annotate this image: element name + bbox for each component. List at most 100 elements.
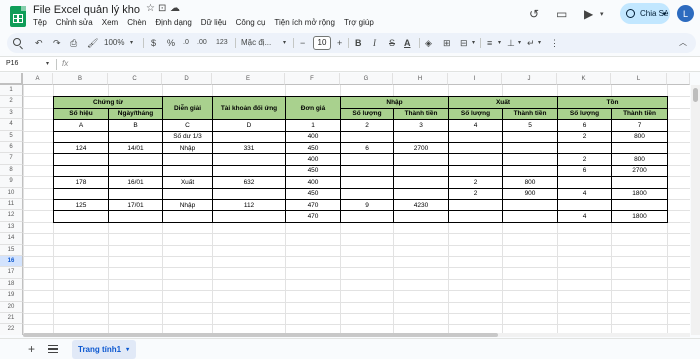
menu-help[interactable]: Trợ giúp bbox=[344, 18, 374, 27]
vertical-align-icon[interactable]: ⊥ bbox=[507, 36, 515, 50]
menu-view[interactable]: Xem bbox=[102, 18, 118, 27]
sheet-tab-dropdown-icon[interactable]: ▾ bbox=[126, 346, 129, 353]
column-header-f[interactable]: F bbox=[285, 73, 340, 85]
row-header-19[interactable]: 19 bbox=[0, 290, 23, 302]
bold-button[interactable]: B bbox=[355, 36, 362, 50]
row-header-2[interactable]: 2 bbox=[0, 96, 23, 108]
row-header-1[interactable]: 1 bbox=[0, 85, 23, 97]
table-cell[interactable] bbox=[393, 210, 449, 223]
row-header-12[interactable]: 12 bbox=[0, 210, 23, 222]
menu-data[interactable]: Dữ liệu bbox=[201, 18, 227, 27]
font-size-input[interactable]: 10 bbox=[313, 36, 331, 50]
table-cell[interactable] bbox=[448, 210, 503, 223]
column-header-g[interactable]: G bbox=[340, 73, 393, 85]
all-sheets-icon[interactable] bbox=[48, 345, 58, 353]
row-header-18[interactable]: 18 bbox=[0, 278, 23, 291]
column-header-k[interactable]: K bbox=[557, 73, 611, 85]
share-dropdown-icon[interactable]: ▾ bbox=[659, 3, 670, 24]
row-header-3[interactable]: 3 bbox=[0, 107, 23, 120]
header-tai-khoan[interactable]: Tài khoản đối ứng bbox=[212, 96, 286, 121]
row-header-9[interactable]: 9 bbox=[0, 176, 23, 188]
column-header-e[interactable]: E bbox=[212, 73, 285, 85]
row-header-15[interactable]: 15 bbox=[0, 244, 23, 256]
table-cell[interactable]: 4 bbox=[557, 210, 612, 223]
zoom-select[interactable]: 100% bbox=[104, 36, 124, 50]
column-header-j[interactable]: J bbox=[502, 73, 557, 85]
meet-dropdown-icon[interactable]: ▾ bbox=[600, 10, 604, 18]
sheet-tab-active[interactable]: Trang tính1 ▾ bbox=[72, 340, 136, 359]
horizontal-scrollbar[interactable] bbox=[23, 333, 690, 337]
valign-dropdown-icon[interactable]: ▾ bbox=[518, 36, 521, 50]
merge-cells-icon[interactable]: ⊟ bbox=[460, 36, 468, 50]
account-avatar[interactable]: L bbox=[677, 5, 694, 22]
row-header-6[interactable]: 6 bbox=[0, 142, 23, 154]
decrease-decimal-button[interactable]: .0 bbox=[183, 36, 189, 50]
font-dropdown-icon[interactable]: ▾ bbox=[283, 36, 286, 50]
menu-file[interactable]: Tệp bbox=[33, 18, 47, 27]
borders-icon[interactable]: ⊞ bbox=[443, 36, 451, 50]
comment-icon[interactable]: ▭ bbox=[556, 7, 567, 21]
table-cell[interactable]: 470 bbox=[285, 210, 341, 223]
name-box[interactable]: P16 bbox=[6, 60, 18, 67]
row-header-20[interactable]: 20 bbox=[0, 301, 23, 313]
column-header-c[interactable]: C bbox=[108, 73, 162, 85]
zoom-dropdown-icon[interactable]: ▾ bbox=[130, 36, 133, 50]
menu-edit[interactable]: Chỉnh sửa bbox=[56, 18, 93, 27]
spreadsheet-grid[interactable]: ABCDEFGHIJKL 1 2 3 4 5 6 7 8 9 10 11 12 13 14 15 16 17 18… bbox=[0, 73, 690, 335]
column-header-a[interactable]: A bbox=[23, 73, 53, 85]
currency-format-button[interactable]: $ bbox=[151, 36, 156, 50]
fill-color-icon[interactable]: ◈ bbox=[425, 36, 432, 50]
paint-format-icon[interactable]: 🖌 bbox=[87, 36, 98, 50]
undo-icon[interactable]: ↶ bbox=[35, 36, 43, 50]
header-don-gia[interactable]: Đơn giá bbox=[285, 96, 341, 121]
table-cell[interactable] bbox=[340, 210, 394, 223]
row-header-13[interactable]: 13 bbox=[0, 221, 23, 234]
menu-tools[interactable]: Công cụ bbox=[236, 18, 266, 27]
move-folder-icon[interactable]: ⊡ bbox=[158, 3, 166, 14]
row-header-7[interactable]: 7 bbox=[0, 153, 23, 165]
menu-insert[interactable]: Chèn bbox=[127, 18, 146, 27]
collapse-toolbar-icon[interactable]: ︿ bbox=[679, 36, 687, 50]
table-cell[interactable]: 1800 bbox=[611, 210, 668, 223]
vertical-scrollbar[interactable] bbox=[691, 85, 700, 335]
sheets-logo-icon[interactable] bbox=[10, 6, 26, 27]
row-header-17[interactable]: 17 bbox=[0, 267, 23, 279]
percent-format-button[interactable]: % bbox=[167, 36, 175, 50]
table-cell[interactable] bbox=[502, 210, 558, 223]
row-header-16[interactable]: 16 bbox=[0, 256, 23, 268]
search-menus-icon[interactable] bbox=[13, 38, 21, 46]
document-title[interactable]: File Excel quản lý kho bbox=[33, 4, 140, 16]
column-header-i[interactable]: I bbox=[448, 73, 502, 85]
select-all-corner[interactable] bbox=[0, 73, 23, 85]
meet-video-icon[interactable]: ▶ bbox=[584, 7, 593, 21]
table-cell[interactable] bbox=[108, 210, 163, 223]
star-icon[interactable]: ☆ bbox=[146, 3, 155, 14]
row-header-8[interactable]: 8 bbox=[0, 164, 23, 177]
italic-button[interactable]: I bbox=[373, 36, 376, 50]
name-box-dropdown-icon[interactable]: ▾ bbox=[46, 60, 49, 67]
formula-input[interactable] bbox=[76, 60, 676, 70]
print-icon[interactable]: ⎙ bbox=[70, 36, 77, 50]
add-sheet-icon[interactable]: + bbox=[28, 342, 35, 356]
cloud-status-icon[interactable]: ☁ bbox=[170, 3, 180, 14]
horizontal-align-icon[interactable]: ≡ bbox=[487, 36, 492, 50]
menu-format[interactable]: Định dạng bbox=[155, 18, 191, 27]
wrap-dropdown-icon[interactable]: ▾ bbox=[538, 36, 541, 50]
text-color-button[interactable]: A bbox=[404, 36, 411, 50]
decrease-font-size-button[interactable]: − bbox=[300, 36, 305, 50]
row-header-5[interactable]: 5 bbox=[0, 130, 23, 142]
column-header-l[interactable]: L bbox=[611, 73, 667, 85]
header-dien-giai[interactable]: Diễn giải bbox=[162, 96, 213, 121]
merge-dropdown-icon[interactable]: ▾ bbox=[472, 36, 475, 50]
row-header-10[interactable]: 10 bbox=[0, 187, 23, 199]
align-dropdown-icon[interactable]: ▾ bbox=[498, 36, 501, 50]
more-formats-button[interactable]: 123 bbox=[216, 36, 228, 50]
text-wrap-icon[interactable]: ↵ bbox=[527, 36, 535, 50]
font-select[interactable]: Mặc đị... bbox=[241, 36, 271, 50]
table-cell[interactable] bbox=[162, 210, 213, 223]
more-options-icon[interactable]: ⋮ bbox=[550, 36, 559, 50]
column-header-b[interactable]: B bbox=[53, 73, 108, 85]
strikethrough-button[interactable]: S bbox=[389, 36, 395, 50]
redo-icon[interactable]: ↷ bbox=[53, 36, 61, 50]
table-cell[interactable] bbox=[212, 210, 286, 223]
